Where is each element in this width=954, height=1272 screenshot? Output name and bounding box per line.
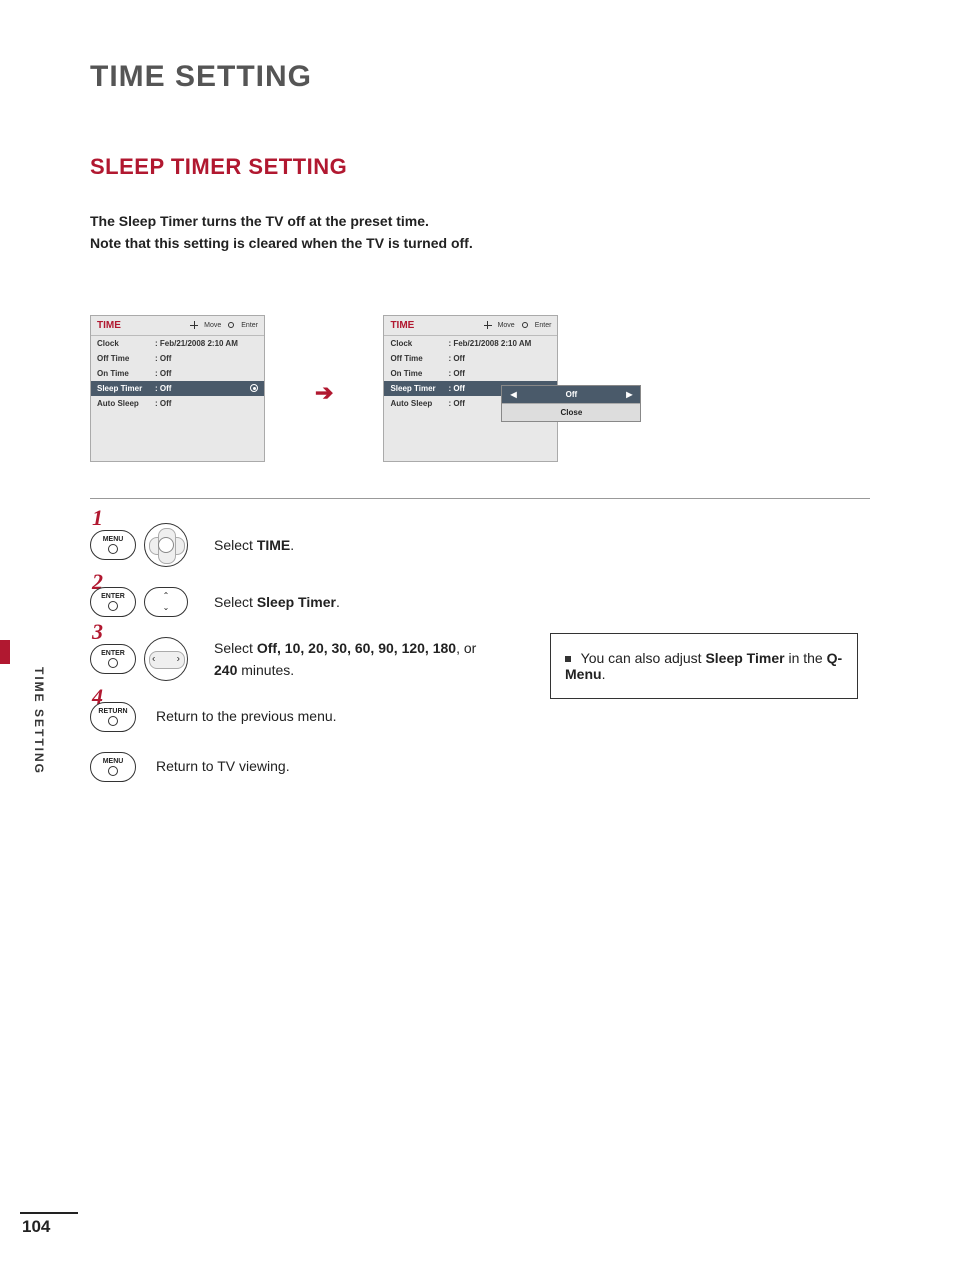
osd-row-sleeptimer: Sleep Timer: Off: [91, 381, 264, 396]
step-4-text: Return to the previous menu.: [156, 705, 337, 727]
osd-hint-move: Move: [498, 322, 515, 329]
osd-row-label: Off Time: [390, 354, 448, 363]
divider: [90, 498, 870, 499]
remote-dpad-full[interactable]: [144, 523, 188, 567]
remote-dpad-leftright[interactable]: ‹ ›: [144, 637, 188, 681]
step-text-pre: Select: [214, 537, 257, 553]
remote-button-circle-icon: [108, 716, 118, 726]
bullet-icon: [565, 656, 571, 662]
sleep-timer-dropdown: ◀ Off ▶ Close: [501, 385, 641, 422]
osd-title: TIME: [97, 320, 121, 331]
osd-row-label: Auto Sleep: [390, 399, 448, 408]
dropdown-value: Off: [566, 390, 578, 399]
dropdown-close-button[interactable]: Close: [502, 403, 640, 421]
chevron-up-icon: ⌃: [163, 591, 170, 600]
section-title: SLEEP TIMER SETTING: [90, 154, 870, 180]
remote-menu-button[interactable]: MENU: [90, 752, 136, 782]
osd-row-label: Sleep Timer: [97, 384, 155, 393]
osd-hint-move: Move: [204, 322, 221, 329]
osd-row-offtime: Off Time: Off: [384, 351, 557, 366]
osd-row-value: : Off: [155, 354, 258, 363]
step-number-1: 1: [92, 505, 103, 531]
osd-row-label: On Time: [97, 369, 155, 378]
note-text-bold: Sleep Timer: [705, 650, 784, 666]
step-text-mid: , or: [456, 640, 476, 656]
note-box: You can also adjust Sleep Timer in the Q…: [550, 633, 858, 699]
step-3-text: Select Off, 10, 20, 30, 60, 90, 120, 180…: [214, 637, 484, 682]
step-5-text: Return to TV viewing.: [156, 755, 290, 777]
osd-row-value: : Feb/21/2008 2:10 AM: [155, 339, 258, 348]
osd-row-value: : Off: [155, 399, 258, 408]
step-text-bold: Sleep Timer: [257, 594, 336, 610]
osd-row-value: : Off: [448, 369, 551, 378]
chapter-title: TIME SETTING: [90, 60, 870, 94]
osd-row-value: : Off: [155, 384, 258, 393]
chevron-right-icon: ›: [177, 654, 180, 665]
osd-row-label: On Time: [390, 369, 448, 378]
osd-row-offtime: Off Time: Off: [91, 351, 264, 366]
sidebar-section-label: TIME SETTING: [32, 667, 46, 775]
step-text-pre: Select: [214, 640, 257, 656]
osd-row-label: Clock: [390, 339, 448, 348]
osd-row-autosleep: Auto Sleep: Off: [91, 396, 264, 411]
page-number-rule: [20, 1212, 78, 1214]
remote-button-circle-icon: [108, 544, 118, 554]
page-number: 104: [22, 1217, 50, 1237]
chevron-down-icon: ⌄: [163, 603, 170, 612]
chevron-left-icon: ‹: [152, 654, 155, 665]
remote-menu-button[interactable]: MENU: [90, 530, 136, 560]
osd-row-label: Sleep Timer: [390, 384, 448, 393]
osd-hint-enter: Enter: [241, 322, 258, 329]
osd-row-clock: Clock: Feb/21/2008 2:10 AM: [384, 336, 557, 351]
osd-row-label: Clock: [97, 339, 155, 348]
enter-icon: [227, 321, 235, 329]
osd-row-label: Auto Sleep: [97, 399, 155, 408]
remote-button-label: RETURN: [98, 708, 127, 715]
note-text-post: .: [602, 666, 606, 682]
step-text-post: minutes.: [237, 662, 294, 678]
step-text-pre: Select: [214, 594, 257, 610]
step-text-post: .: [290, 537, 294, 553]
step-1-text: Select TIME.: [214, 534, 294, 556]
osd-title: TIME: [390, 320, 414, 331]
osd-row-label: Off Time: [97, 354, 155, 363]
osd-row-clock: Clock: Feb/21/2008 2:10 AM: [91, 336, 264, 351]
remote-enter-button[interactable]: ENTER: [90, 644, 136, 674]
note-text-mid: in the: [785, 650, 827, 666]
step-number-3: 3: [92, 619, 103, 645]
step-text-bold: Off, 10, 20, 30, 60, 90, 120, 180: [257, 640, 456, 656]
step-text-post: .: [336, 594, 340, 610]
enter-icon: [521, 321, 529, 329]
remote-button-label: ENTER: [101, 650, 125, 657]
dropdown-right-arrow-icon[interactable]: ▶: [626, 390, 632, 399]
remote-return-button[interactable]: RETURN: [90, 702, 136, 732]
remote-button-circle-icon: [108, 601, 118, 611]
remote-button-circle-icon: [108, 766, 118, 776]
remote-button-label: ENTER: [101, 593, 125, 600]
osd-row-ontime: On Time: Off: [384, 366, 557, 381]
arrow-right-icon: ➔: [315, 380, 333, 406]
step-text-bold: 240: [214, 662, 237, 678]
remote-dpad-updown[interactable]: ⌃ ⌄: [144, 587, 188, 617]
note-text-pre: You can also adjust: [581, 650, 706, 666]
osd-row-value: : Feb/21/2008 2:10 AM: [448, 339, 551, 348]
sidebar-accent: [0, 640, 10, 664]
remote-button-circle-icon: [108, 658, 118, 668]
remote-button-label: MENU: [103, 758, 124, 765]
intro-line-1: The Sleep Timer turns the TV off at the …: [90, 210, 870, 232]
remote-enter-button[interactable]: ENTER: [90, 587, 136, 617]
remote-button-label: MENU: [103, 536, 124, 543]
osd-panel-left: TIME Move Enter Clock: Feb/21/2008 2:10 …: [90, 315, 265, 462]
osd-row-ontime: On Time: Off: [91, 366, 264, 381]
dropdown-left-arrow-icon[interactable]: ◀: [510, 390, 516, 399]
selection-dot-icon: [250, 384, 258, 392]
osd-hint-enter: Enter: [535, 322, 552, 329]
intro-line-2: Note that this setting is cleared when t…: [90, 232, 870, 254]
move-icon: [190, 321, 198, 329]
osd-row-value: : Off: [155, 369, 258, 378]
osd-row-value: : Off: [448, 354, 551, 363]
move-icon: [484, 321, 492, 329]
step-text-bold: TIME: [257, 537, 290, 553]
step-2-text: Select Sleep Timer.: [214, 591, 340, 613]
